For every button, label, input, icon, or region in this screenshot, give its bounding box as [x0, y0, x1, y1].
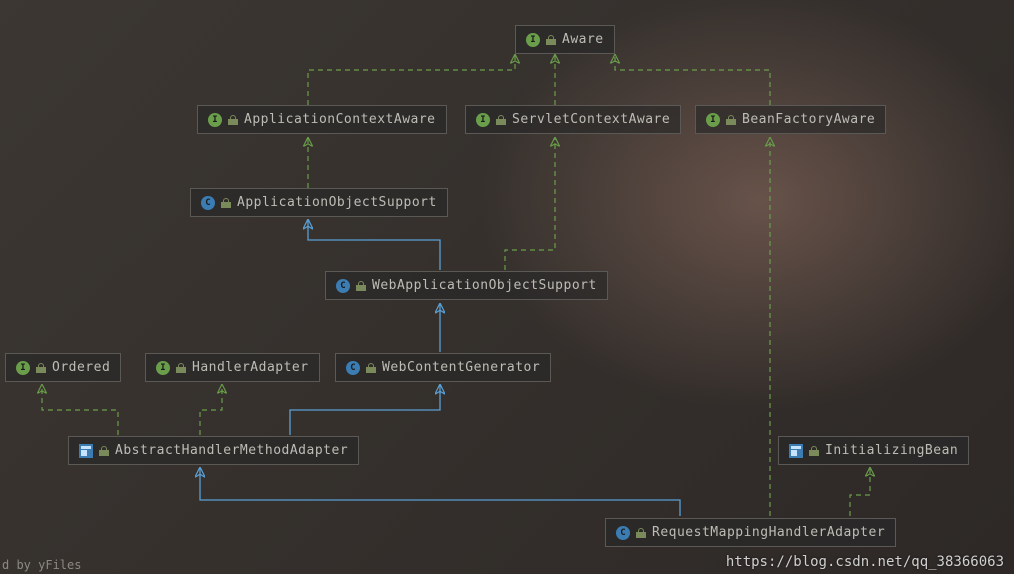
class-icon: C	[336, 279, 350, 293]
lock-icon	[366, 363, 376, 373]
node-aware[interactable]: I Aware	[515, 25, 615, 54]
interface-icon: I	[16, 361, 30, 375]
lock-icon	[726, 115, 736, 125]
interface-icon: I	[208, 113, 222, 127]
node-label: Ordered	[52, 360, 110, 375]
node-label: HandlerAdapter	[192, 360, 309, 375]
node-handler-adapter[interactable]: I HandlerAdapter	[145, 353, 320, 382]
lock-icon	[356, 281, 366, 291]
lock-icon	[228, 115, 238, 125]
node-label: WebContentGenerator	[382, 360, 540, 375]
lock-icon	[546, 35, 556, 45]
node-label: BeanFactoryAware	[742, 112, 875, 127]
node-label: ServletContextAware	[512, 112, 670, 127]
footer-generator-credit: d by yFiles	[2, 558, 81, 572]
node-application-context-aware[interactable]: I ApplicationContextAware	[197, 105, 447, 134]
interface-icon: I	[526, 33, 540, 47]
lock-icon	[221, 198, 231, 208]
class-icon: C	[201, 196, 215, 210]
footer-watermark: https://blog.csdn.net/qq_38366063	[726, 554, 1004, 570]
node-label: ApplicationContextAware	[244, 112, 436, 127]
node-application-object-support[interactable]: C ApplicationObjectSupport	[190, 188, 448, 217]
node-servlet-context-aware[interactable]: I ServletContextAware	[465, 105, 681, 134]
node-web-content-generator[interactable]: C WebContentGenerator	[335, 353, 551, 382]
node-label: WebApplicationObjectSupport	[372, 278, 597, 293]
node-request-mapping-handler-adapter[interactable]: C RequestMappingHandlerAdapter	[605, 518, 896, 547]
lock-icon	[496, 115, 506, 125]
interface-icon: I	[476, 113, 490, 127]
node-initializing-bean[interactable]: InitializingBean	[778, 436, 969, 465]
class-icon: C	[616, 526, 630, 540]
abstract-class-icon	[789, 444, 803, 458]
class-icon: C	[346, 361, 360, 375]
lock-icon	[176, 363, 186, 373]
lock-icon	[809, 446, 819, 456]
node-bean-factory-aware[interactable]: I BeanFactoryAware	[695, 105, 886, 134]
node-ordered[interactable]: I Ordered	[5, 353, 121, 382]
interface-icon: I	[156, 361, 170, 375]
lock-icon	[36, 363, 46, 373]
node-label: InitializingBean	[825, 443, 958, 458]
abstract-class-icon	[79, 444, 93, 458]
node-abstract-handler-method-adapter[interactable]: AbstractHandlerMethodAdapter	[68, 436, 359, 465]
interface-icon: I	[706, 113, 720, 127]
node-label: Aware	[562, 32, 604, 47]
node-label: ApplicationObjectSupport	[237, 195, 437, 210]
node-web-application-object-support[interactable]: C WebApplicationObjectSupport	[325, 271, 608, 300]
node-label: RequestMappingHandlerAdapter	[652, 525, 885, 540]
lock-icon	[99, 446, 109, 456]
lock-icon	[636, 528, 646, 538]
node-label: AbstractHandlerMethodAdapter	[115, 443, 348, 458]
